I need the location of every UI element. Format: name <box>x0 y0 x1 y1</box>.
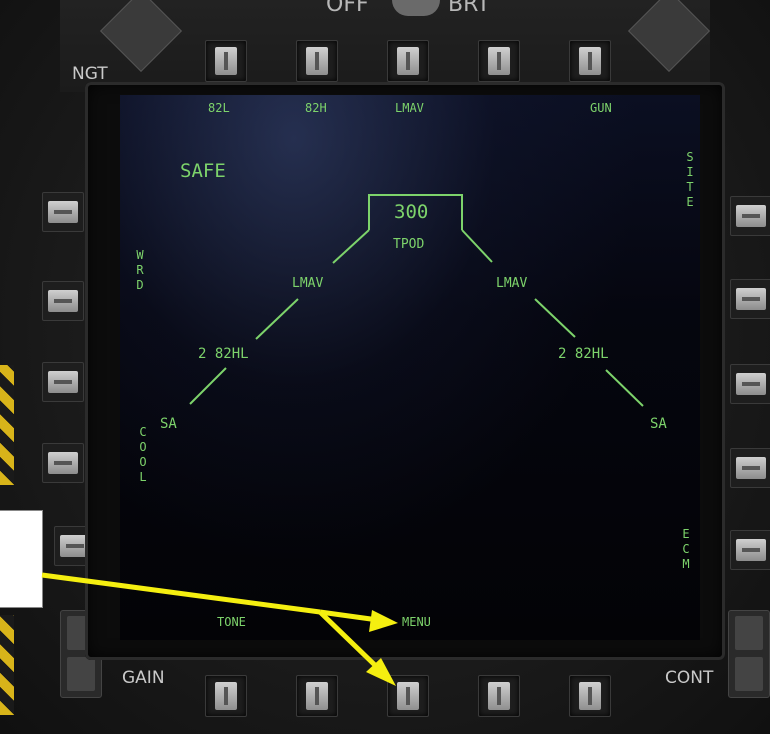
annotation-arrows <box>41 572 398 686</box>
arrow-head-menu-label <box>369 610 398 632</box>
arrow-shaft-main <box>41 572 321 615</box>
